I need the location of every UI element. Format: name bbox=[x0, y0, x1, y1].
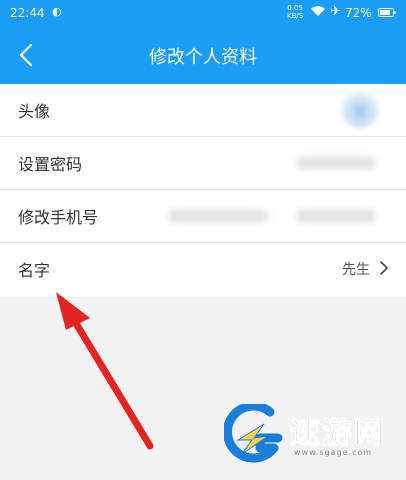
watermark: 速游网 www.sgage.com bbox=[224, 404, 404, 468]
name-label: 名字 bbox=[18, 261, 51, 280]
sync-icon: ◐ bbox=[52, 5, 62, 18]
battery-percent: 72% bbox=[345, 6, 372, 20]
network-speed-unit: KB/S bbox=[287, 12, 304, 20]
wifi-icon bbox=[310, 5, 326, 20]
change-phone-label: 修改手机号 bbox=[18, 208, 99, 227]
airplane-icon: ✈ bbox=[330, 4, 341, 19]
network-speed-value: 0.05 bbox=[287, 4, 303, 12]
nav-bar: 修改个人资料 bbox=[0, 28, 406, 84]
avatar-row[interactable]: 头像 bbox=[0, 84, 406, 137]
watermark-text: 速游网 bbox=[290, 416, 386, 452]
status-bar: 22:44 ◐ 0.05 KB/S ✈ 72% bbox=[0, 0, 406, 28]
network-speed: 0.05 KB/S bbox=[287, 4, 303, 20]
blurred-value bbox=[296, 157, 376, 169]
profile-list: 头像 设置密码 修改手机号 名字 先生 bbox=[0, 84, 406, 297]
battery-icon bbox=[378, 8, 396, 17]
name-value: 先生 bbox=[342, 262, 370, 278]
watermark-url: www.sgage.com bbox=[294, 448, 373, 457]
avatar bbox=[340, 92, 380, 128]
site-logo-icon bbox=[224, 404, 283, 463]
set-password-label: 设置密码 bbox=[18, 155, 83, 174]
page-title: 修改个人资料 bbox=[149, 47, 257, 68]
blurred-value bbox=[296, 210, 376, 222]
name-row[interactable]: 名字 先生 bbox=[0, 243, 406, 297]
status-time: 22:44 bbox=[10, 6, 45, 20]
set-password-row[interactable]: 设置密码 bbox=[0, 137, 406, 190]
blurred-phone bbox=[168, 210, 268, 222]
chevron-right-icon bbox=[380, 261, 388, 275]
avatar-label: 头像 bbox=[18, 102, 51, 121]
change-phone-row[interactable]: 修改手机号 bbox=[0, 190, 406, 243]
